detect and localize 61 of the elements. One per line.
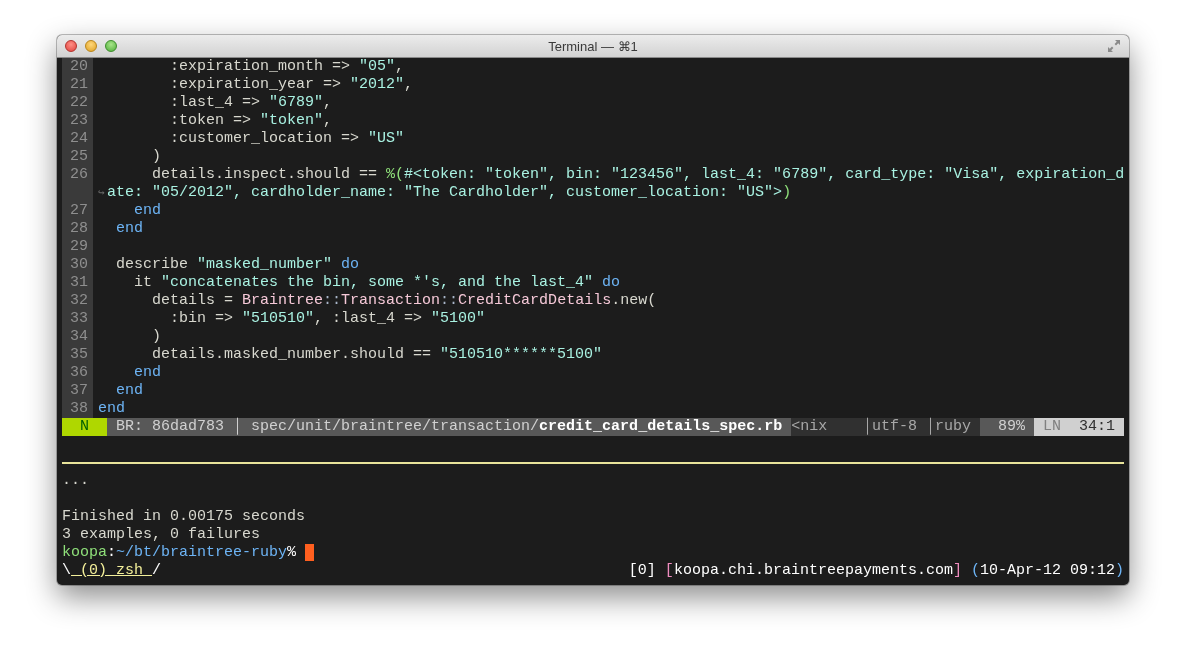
status-segment: BR: 86dad783: [107, 418, 234, 436]
code-line: end: [133, 202, 161, 220]
line-number: 25: [62, 148, 93, 166]
status-segment: credit_card_details_spec.rb: [539, 418, 792, 436]
code-line: :bin => "510510", :last_4 => "5100": [169, 310, 486, 328]
code-line: :customer_location => "US": [169, 130, 405, 148]
code-line: describe "masked_number" do: [115, 256, 360, 274]
code-line: end: [98, 400, 125, 418]
code-line: ate: "05/2012", cardholder_name: "The Cardholder", customer_location: "US">): [107, 184, 792, 202]
line-number: 38: [62, 400, 93, 418]
line-number: 23: [62, 112, 93, 130]
tmux-status-item: [0]: [628, 562, 656, 580]
status-segment: 89%: [979, 418, 1034, 436]
output-line: ...: [62, 472, 89, 489]
line-number: 20: [62, 58, 93, 76]
code-line: it "concatenates the bin, some *'s, and the last_4" do: [133, 274, 621, 292]
tmux-status-item: [koopa.chi.braintreepayments.com]: [664, 562, 962, 580]
window-title: Terminal — ⌘1: [548, 38, 638, 54]
status-segment: 34:1: [1079, 418, 1124, 436]
status-segment: │: [233, 418, 243, 436]
line-number: 36: [62, 364, 93, 382]
line-number: 29: [62, 238, 93, 256]
line-number: 21: [62, 76, 93, 94]
line-number: 34: [62, 328, 93, 346]
cursor: [305, 544, 315, 561]
wrap-marker: ↪: [98, 186, 106, 201]
line-number: 24: [62, 130, 93, 148]
code-line: :expiration_year => "2012",: [169, 76, 414, 94]
code-line: :expiration_month => "05",: [169, 58, 405, 76]
fullscreen-icon[interactable]: [1107, 39, 1121, 53]
code-line: details = Braintree::Transaction::CreditCardDetails.new(: [151, 292, 657, 310]
output-line: Finished in 0.00175 seconds: [62, 508, 306, 525]
minimize-button[interactable]: [85, 40, 97, 52]
code-line: ): [151, 148, 161, 166]
tmux-status-item: (10-Apr-12 09:12): [970, 562, 1124, 580]
line-number: 31: [62, 274, 93, 292]
line-number: 27: [62, 202, 93, 220]
code-line: ): [151, 328, 161, 346]
zoom-button[interactable]: [105, 40, 117, 52]
line-number: 35: [62, 346, 93, 364]
line-number: 37: [62, 382, 93, 400]
code-line: :token => "token",: [169, 112, 333, 130]
code-line: details.inspect.should == %(#<token: "token", bin: "123456", last_4: "6789", card_type: "Visa", expiration_d: [151, 166, 1125, 184]
output-line: 3 examples, 0 failures: [62, 526, 261, 543]
line-number: 30: [62, 256, 93, 274]
close-button[interactable]: [65, 40, 77, 52]
line-number: 22: [62, 94, 93, 112]
code-line: end: [115, 220, 143, 238]
tmux-window-tab[interactable]: \ (0) zsh /: [62, 562, 162, 580]
code-line: details.masked_number.should == "510510******5100": [151, 346, 603, 364]
line-number: 33: [62, 310, 93, 328]
status-segment: LN: [1033, 418, 1079, 436]
code-line: end: [115, 382, 143, 400]
line-number: 32: [62, 292, 93, 310]
code-line: end: [133, 364, 161, 382]
status-segment: N: [62, 418, 107, 436]
line-number: 28: [62, 220, 93, 238]
code-line: :last_4 => "6789",: [169, 94, 333, 112]
status-segment: spec/unit/braintree/transaction/: [242, 418, 540, 436]
line-number: 26: [62, 166, 93, 184]
shell-prompt: koopa:~/bt/braintree-ruby%: [62, 544, 297, 561]
